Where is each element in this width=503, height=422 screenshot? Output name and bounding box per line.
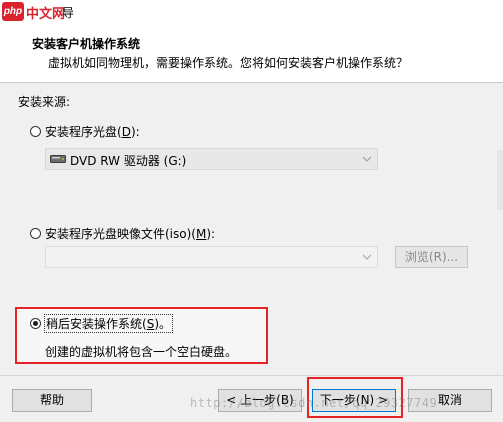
back-button[interactable]: < 上一步(B) xyxy=(218,389,302,412)
radio-install-disc-label: 安装程序光盘(D): xyxy=(45,125,140,139)
page-title: 安装客户机操作系统 xyxy=(32,37,141,51)
radio-install-disc[interactable]: 安装程序光盘(D): xyxy=(30,123,140,140)
title-bar: php 中文网 导 xyxy=(0,0,503,23)
page-subtitle: 虚拟机如同物理机，需要操作系统。您将如何安装客户机操作系统？ xyxy=(48,56,409,70)
footer-divider xyxy=(0,375,503,376)
install-source-label: 安装来源: xyxy=(18,95,71,109)
radio-install-later-label: 稍后安装操作系统(S)。 xyxy=(44,314,173,333)
chevron-down-icon xyxy=(362,156,372,162)
next-button[interactable]: 下一步(N) > xyxy=(312,389,396,412)
radio-install-later[interactable]: 稍后安装操作系统(S)。 xyxy=(30,314,173,333)
radio-install-iso[interactable]: 安装程序光盘映像文件(iso)(M): xyxy=(30,225,215,242)
window-edge xyxy=(497,150,503,210)
drive-dropdown[interactable]: DVD RW 驱动器 (G:) xyxy=(45,148,378,170)
iso-path-combobox[interactable] xyxy=(45,246,378,268)
wizard-header: 安装客户机操作系统 虚拟机如同物理机，需要操作系统。您将如何安装客户机操作系统？ xyxy=(0,23,503,83)
install-later-description: 创建的虚拟机将包含一个空白硬盘。 xyxy=(45,345,238,359)
browse-button[interactable]: 浏览(R)... xyxy=(395,246,468,268)
logo-text: 中文网 xyxy=(26,7,66,22)
php-logo-badge: php xyxy=(2,2,24,21)
radio-button-checked[interactable] xyxy=(30,318,41,329)
chevron-down-icon xyxy=(362,254,372,260)
radio-button[interactable] xyxy=(30,126,41,137)
php-cn-logo: php 中文网 xyxy=(2,2,66,22)
radio-install-iso-label: 安装程序光盘映像文件(iso)(M): xyxy=(45,227,216,241)
window-title: 导 xyxy=(62,6,75,20)
help-button[interactable]: 帮助 xyxy=(12,389,92,412)
radio-button[interactable] xyxy=(30,228,41,239)
drive-dropdown-value: DVD RW 驱动器 (G:) xyxy=(70,154,187,168)
cancel-button[interactable]: 取消 xyxy=(408,389,492,412)
dvd-drive-icon xyxy=(50,155,66,163)
